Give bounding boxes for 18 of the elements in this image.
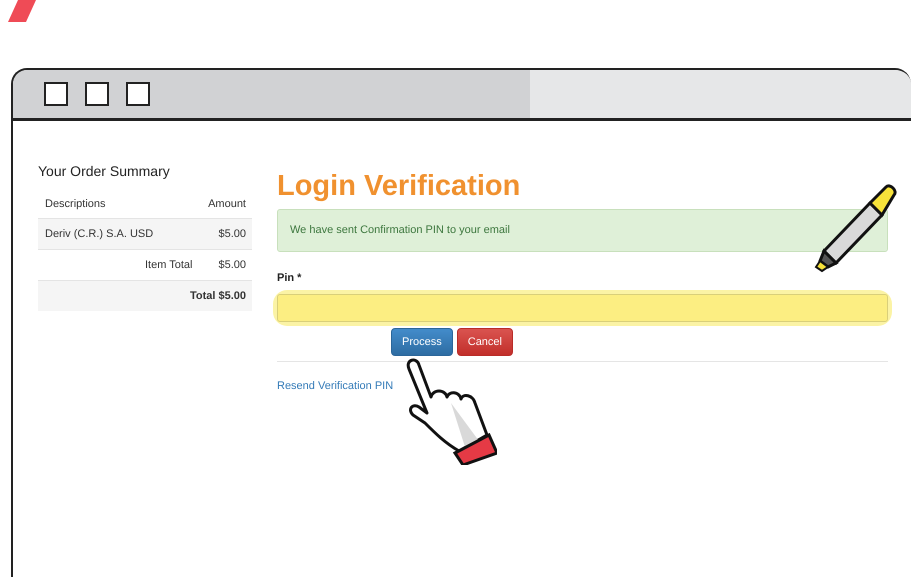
- cancel-button[interactable]: Cancel: [456, 328, 513, 356]
- table-cell-text: $5.00: [218, 226, 246, 242]
- window-button[interactable]: [126, 82, 150, 106]
- table-cell-text: Deriv (C.R.) S.A. USD: [45, 226, 154, 242]
- resend-link[interactable]: Resend Verification PIN: [277, 380, 394, 392]
- column-header: Amount: [208, 196, 246, 212]
- table-cell-text: Item Total: [144, 258, 194, 273]
- window-button[interactable]: [44, 82, 68, 106]
- summary-title: Your Order Summary: [38, 163, 171, 180]
- column-header: Descriptions: [45, 196, 106, 212]
- table-cell-text: Total $5.00: [190, 288, 246, 304]
- pin-field[interactable]: [277, 294, 888, 322]
- field-label: Pin *: [277, 270, 302, 286]
- table-cell-text: $5.00: [218, 258, 246, 273]
- success-alert: We have sent Confirmation PIN to your email: [277, 208, 888, 252]
- window-button[interactable]: [85, 82, 109, 106]
- process-button[interactable]: Process: [391, 328, 453, 356]
- page-title: Login Verification: [277, 171, 522, 203]
